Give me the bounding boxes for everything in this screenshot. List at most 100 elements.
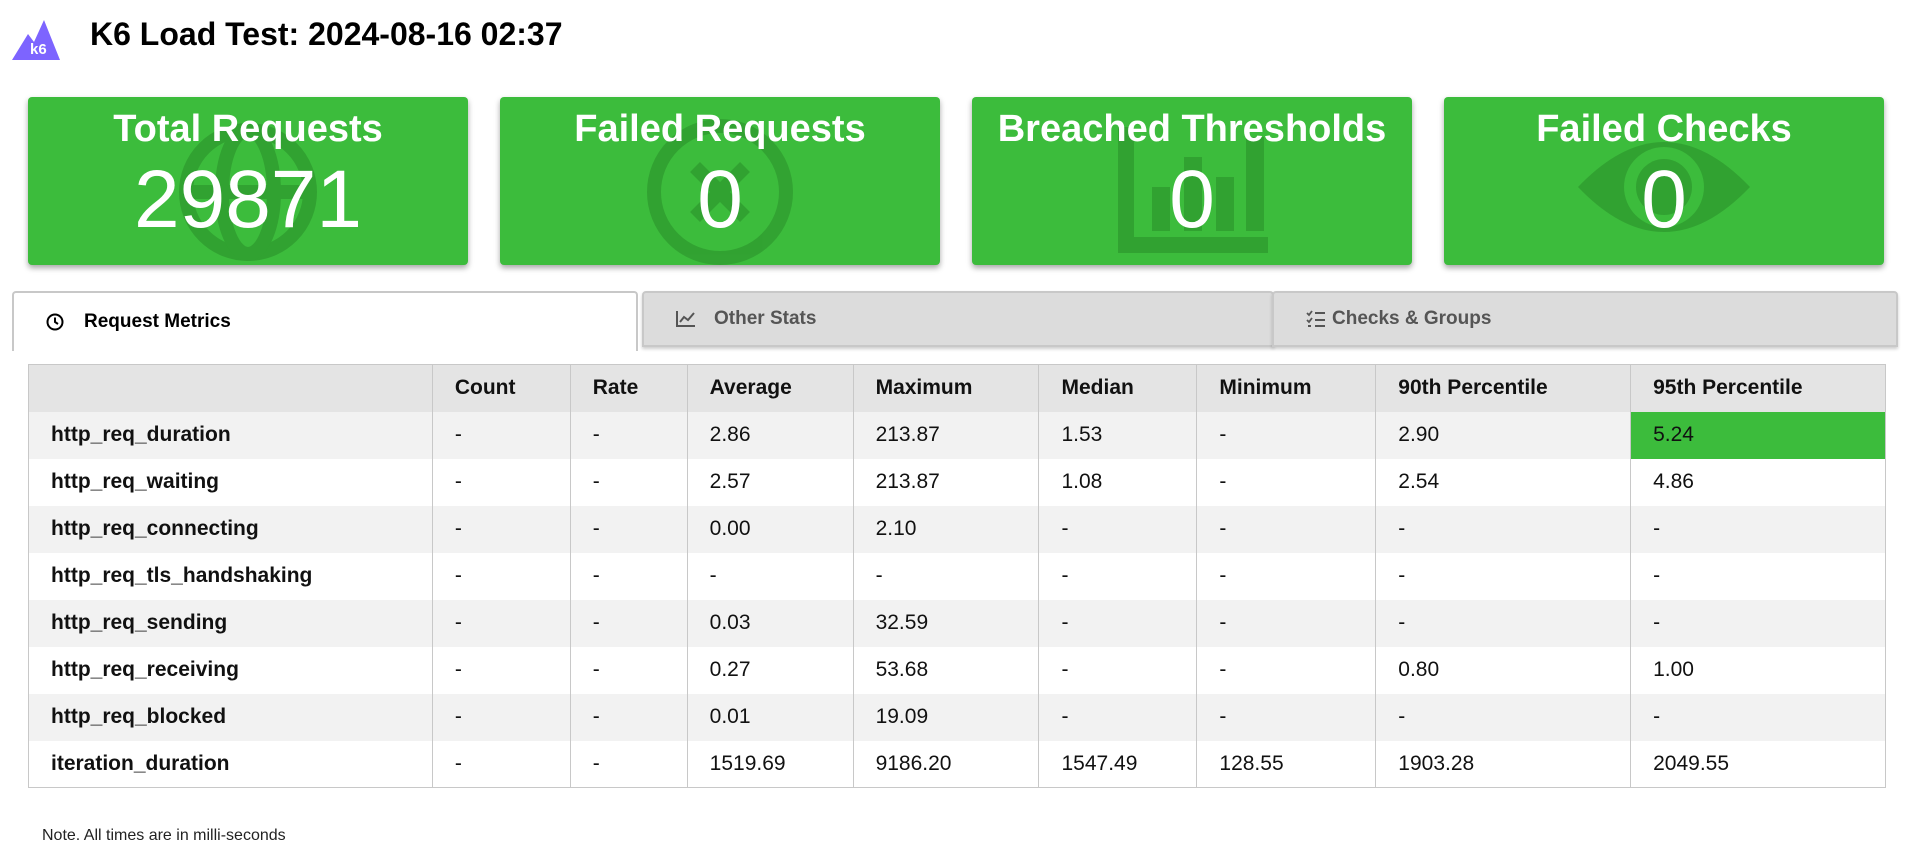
table-row: http_req_blocked - - 0.01 19.09 - - - - [28,693,1886,741]
card-value: 29871 [133,154,363,245]
table-cell: - [569,599,688,647]
column-header: Average [686,364,854,412]
table-cell: 0.80 [1375,646,1631,694]
tab-other-stats[interactable]: Other Stats [642,291,1274,347]
table-cell: 2.57 [686,458,854,506]
table-row: http_req_sending - - 0.03 32.59 - - - - [28,599,1886,647]
card-title: Failed Requests [574,108,866,150]
table-cell: - [431,646,571,694]
table-cell: 0.00 [686,505,854,553]
table-cell: 0.01 [686,693,854,741]
table-cell: 1.00 [1630,646,1886,694]
metric-name: iteration_duration [28,740,433,788]
table-cell: - [1630,599,1886,647]
column-header: Minimum [1196,364,1376,412]
table-cell: - [1196,646,1376,694]
table-row: http_req_waiting - - 2.57 213.87 1.08 - … [28,458,1886,506]
metric-name: http_req_sending [28,599,433,647]
table-cell: - [431,411,571,459]
table-cell: - [1630,505,1886,553]
table-cell: - [1038,505,1197,553]
tab-label: Other Stats [714,308,817,329]
table-cell: 53.68 [852,646,1039,694]
table-cell: 0.27 [686,646,854,694]
table-row: iteration_duration - - 1519.69 9186.20 1… [28,740,1886,788]
table-cell: - [852,552,1039,600]
column-header: Median [1038,364,1197,412]
threshold-pass-cell: 5.24 [1630,411,1886,459]
table-cell: - [569,740,688,788]
table-header-row: Count Rate Average Maximum Median Minimu… [28,364,1886,412]
table-cell: 213.87 [852,458,1039,506]
card-title: Breached Thresholds [997,108,1387,150]
table-cell: - [1196,552,1376,600]
column-header: Count [431,364,571,412]
table-cell: 2049.55 [1630,740,1886,788]
column-header: Rate [569,364,688,412]
table-cell: - [1038,693,1197,741]
k6-logo: k6 [12,14,60,60]
request-metrics-table: Count Rate Average Maximum Median Minimu… [28,364,1886,788]
table-cell: - [1630,693,1886,741]
metric-name: http_req_blocked [28,693,433,741]
table-cell: - [569,458,688,506]
table-cell: - [431,599,571,647]
checklist-icon [1306,309,1326,329]
table-cell: 9186.20 [852,740,1039,788]
column-header [28,364,433,412]
table-cell: - [1038,599,1197,647]
table-cell: - [1375,599,1631,647]
table-cell: - [431,693,571,741]
header: k6 K6 Load Test: 2024-08-16 02:37 [0,0,1915,80]
table-cell: - [1196,599,1376,647]
column-header: 90th Percentile [1375,364,1631,412]
table-cell: - [569,646,688,694]
table-cell: 32.59 [852,599,1039,647]
table-row: http_req_duration - - 2.86 213.87 1.53 -… [28,411,1886,459]
table-cell: 1.08 [1038,458,1197,506]
card-failed-checks: Failed Checks 0 [1444,97,1884,265]
metric-name: http_req_connecting [28,505,433,553]
card-value: 0 [697,154,743,245]
table-cell: 128.55 [1196,740,1376,788]
units-note: Note. All times are in milli-seconds [42,827,286,844]
table-cell: - [431,458,571,506]
table-row: http_req_connecting - - 0.00 2.10 - - - … [28,505,1886,553]
table-row: http_req_tls_handshaking - - - - - - - - [28,552,1886,600]
line-chart-icon [676,309,696,329]
table-row: http_req_receiving - - 0.27 53.68 - - 0.… [28,646,1886,694]
card-value: 0 [1169,154,1215,245]
summary-cards: Total Requests 29871 Failed Requests 0 B… [28,97,1886,265]
table-cell: - [1196,411,1376,459]
table-cell: 0.03 [686,599,854,647]
table-cell: - [1375,693,1631,741]
table-cell: - [569,552,688,600]
table-cell: - [1630,552,1886,600]
table-cell: 1547.49 [1038,740,1197,788]
table-cell: 4.86 [1630,458,1886,506]
column-header: Maximum [852,364,1039,412]
table-cell: 2.54 [1375,458,1631,506]
table-cell: - [431,552,571,600]
card-title: Total Requests [113,108,383,150]
table-cell: 1.53 [1038,411,1197,459]
table-cell: 1519.69 [686,740,854,788]
metric-name: http_req_receiving [28,646,433,694]
table-cell: - [1375,552,1631,600]
card-breached-thresholds: Breached Thresholds 0 [972,97,1412,265]
table-cell: - [1196,505,1376,553]
table-cell: - [431,505,571,553]
card-total-requests: Total Requests 29871 [28,97,468,265]
card-failed-requests: Failed Requests 0 [500,97,940,265]
card-value: 0 [1641,154,1687,245]
table-cell: - [1038,646,1197,694]
table-cell: - [569,505,688,553]
tab-checks-groups[interactable]: Checks & Groups [1272,291,1898,347]
table-cell: - [431,740,571,788]
table-cell: - [1038,552,1197,600]
tab-request-metrics[interactable]: Request Metrics [12,291,638,351]
table-cell: 2.86 [686,411,854,459]
table-cell: 213.87 [852,411,1039,459]
tab-label: Checks & Groups [1332,308,1492,329]
tab-label: Request Metrics [84,311,231,332]
